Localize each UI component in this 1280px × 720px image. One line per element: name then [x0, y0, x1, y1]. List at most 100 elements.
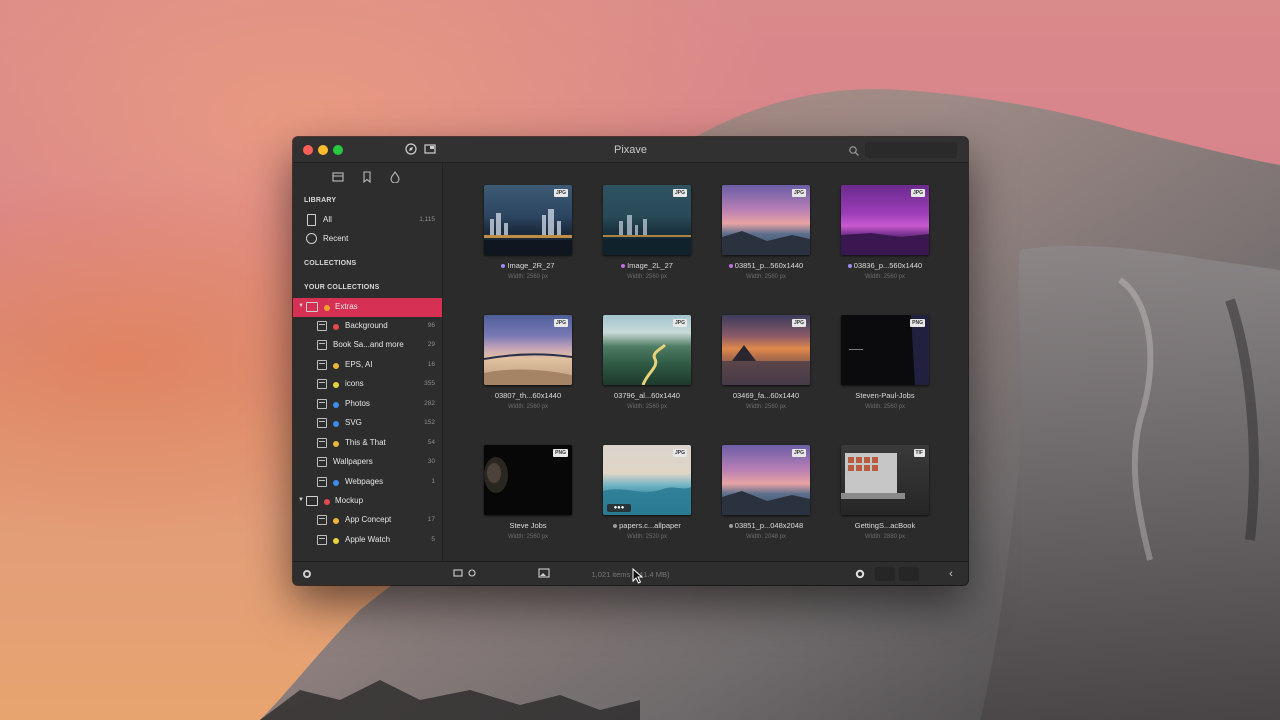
- image-grid: JPG Image_2R_27 Width: 2560 px JPG Image…: [444, 163, 968, 561]
- image-width: Width: 2560 px: [507, 274, 549, 280]
- settings-icon[interactable]: [854, 568, 866, 580]
- sidebar-item-label: Background: [345, 321, 388, 330]
- image-name: Image_2L_27: [596, 261, 698, 270]
- disclosure-triangle-icon[interactable]: ▼: [298, 497, 304, 503]
- search-input[interactable]: [865, 142, 957, 158]
- segment-button-2[interactable]: [899, 567, 919, 581]
- thumbnail-sunset-rocks-2: JPG: [722, 445, 810, 515]
- sidebar-item-count: 282: [424, 400, 435, 407]
- image-tile[interactable]: PNG Steven-Paul-Jobs Width: 2560 px: [834, 315, 930, 425]
- image-width: Width: 2560 px: [507, 404, 549, 410]
- thumbnail-lake-sunset: JPG: [722, 315, 810, 385]
- library-header: LIBRARY: [304, 197, 337, 204]
- image-tile[interactable]: JPG 03469_fa...60x1440 Width: 2560 px: [715, 315, 811, 425]
- sidebar-item-count: 16: [427, 361, 435, 368]
- sidebar-item-label: Wallpapers: [333, 457, 373, 466]
- thumbnail-dark-portrait: PNG: [484, 445, 572, 515]
- image-name: 03469_fa...60x1440: [732, 391, 800, 400]
- collection-icon: [317, 360, 327, 370]
- sidebar-item-label: Photos: [345, 399, 370, 408]
- image-width: Width: 2560 px: [864, 404, 906, 410]
- sidebar-item-label: Book Sa...and more: [333, 340, 404, 349]
- image-tile[interactable]: JPG 03851_p...048x2048 Width: 2048 px: [715, 445, 811, 555]
- image-tile[interactable]: TIF GettingS...acBook Width: 2880 px: [834, 445, 930, 555]
- sidebar-item-count: 30: [427, 458, 435, 465]
- image-width: Width: 2560 px: [745, 274, 787, 280]
- image-name: 03807_th...60x1440: [494, 391, 562, 400]
- segment-button-1[interactable]: [875, 567, 895, 581]
- format-badge: JPG: [672, 449, 687, 457]
- folder-icon: [306, 496, 318, 506]
- collection-icon: [317, 515, 327, 525]
- titlebar: Pixave: [293, 137, 968, 163]
- image-width: Width: 2048 px: [745, 534, 787, 540]
- collection-icon: [317, 457, 327, 467]
- sidebar-item-apple-watch[interactable]: Apple Watch 5: [293, 531, 442, 550]
- image-tile[interactable]: PNG Steve Jobs Width: 2560 px: [477, 445, 573, 555]
- image-tile[interactable]: JPG 03796_al...60x1440 Width: 2560 px: [596, 315, 692, 425]
- sidebar-item-count: 5: [431, 536, 435, 543]
- drop-tab-icon[interactable]: [388, 171, 402, 185]
- more-options-button[interactable]: ●●●: [607, 504, 631, 512]
- sidebar-item-wallpapers[interactable]: Wallpapers 30: [293, 453, 442, 472]
- mouse-cursor-icon: [632, 568, 644, 584]
- image-tile[interactable]: JPG ●●● papers.c...allpaper Width: 2520 …: [596, 445, 692, 555]
- sidebar-item-book-samples[interactable]: Book Sa...and more 29: [293, 336, 442, 355]
- disclosure-triangle-icon[interactable]: ▼: [298, 303, 304, 309]
- sidebar-item-label: Webpages: [345, 477, 384, 486]
- image-tile[interactable]: JPG Image_2L_27 Width: 2560 px: [596, 185, 692, 295]
- sidebar: LIBRARY All 1,115 Recent COLLECTIONS YOU…: [293, 163, 443, 561]
- thumbnail-beach-bridge: JPG: [484, 315, 572, 385]
- image-tile[interactable]: JPG 03836_p...560x1440 Width: 2560 px: [834, 185, 930, 295]
- format-badge: JPG: [672, 189, 687, 197]
- thumbnail-sunset-rocks: JPG: [722, 185, 810, 255]
- sidebar-item-extras[interactable]: ▼ Extras: [293, 298, 442, 317]
- image-name: 03851_p...560x1440: [715, 261, 817, 270]
- sidebar-item-svg[interactable]: SVG 152: [293, 414, 442, 433]
- image-width: Width: 2560 px: [745, 404, 787, 410]
- image-tile[interactable]: JPG Image_2R_27 Width: 2560 px: [477, 185, 573, 295]
- sidebar-item-icons[interactable]: icons 355: [293, 375, 442, 394]
- format-badge: JPG: [553, 319, 568, 327]
- thumbnail-city-night-1: JPG: [484, 185, 572, 255]
- sidebar-item-label: SVG: [345, 418, 362, 427]
- image-tile[interactable]: JPG 03807_th...60x1440 Width: 2560 px: [477, 315, 573, 425]
- format-badge: JPG: [910, 189, 925, 197]
- collections-header: COLLECTIONS: [304, 260, 357, 267]
- sidebar-item-label: App Concept: [345, 515, 392, 524]
- collection-tab-icon[interactable]: [331, 171, 345, 185]
- image-name: 03851_p...048x2048: [715, 521, 817, 530]
- sidebar-item-label: Recent: [323, 234, 349, 243]
- color-dot: [333, 441, 339, 447]
- sidebar-item-label: icons: [345, 379, 364, 388]
- image-width: Width: 2560 px: [626, 274, 668, 280]
- sidebar-item-all[interactable]: All 1,115: [293, 211, 442, 230]
- sidebar-item-app-concept[interactable]: App Concept 17: [293, 511, 442, 530]
- thumbnail-macbook: TIF: [841, 445, 929, 515]
- sidebar-item-recent[interactable]: Recent: [293, 230, 442, 249]
- image-name: papers.c...allpaper: [596, 521, 698, 530]
- sidebar-item-webpages[interactable]: Webpages 1: [293, 473, 442, 492]
- image-name: GettingS...acBook: [854, 521, 916, 530]
- sidebar-item-photos[interactable]: Photos 282: [293, 395, 442, 414]
- image-tile[interactable]: JPG 03851_p...560x1440 Width: 2560 px: [715, 185, 811, 295]
- collection-icon: [317, 340, 327, 350]
- sidebar-item-label: Mockup: [335, 496, 364, 505]
- folder-icon: [306, 302, 318, 312]
- clock-icon: [306, 233, 317, 244]
- color-dot: [324, 499, 330, 505]
- color-dot: [333, 324, 339, 330]
- pixave-window: Pixave LIBRARY All 1,115 Recent COLLECTI…: [293, 137, 968, 585]
- sidebar-item-this-and-that[interactable]: This & That 54: [293, 434, 442, 453]
- sidebar-item-label: All: [323, 215, 332, 224]
- format-badge: JPG: [553, 189, 568, 197]
- color-dot: [333, 402, 339, 408]
- sidebar-item-mockup[interactable]: ▼ Mockup: [293, 492, 442, 511]
- tag-tab-icon[interactable]: [360, 171, 374, 185]
- thumbnail-dark-1: PNG: [841, 315, 929, 385]
- back-chevron-icon[interactable]: ‹: [945, 568, 957, 580]
- sidebar-item-background[interactable]: Background 96: [293, 317, 442, 336]
- sidebar-item-label: EPS, AI: [345, 360, 373, 369]
- sidebar-item-eps-ai[interactable]: EPS, AI 16: [293, 356, 442, 375]
- color-dot: [333, 363, 339, 369]
